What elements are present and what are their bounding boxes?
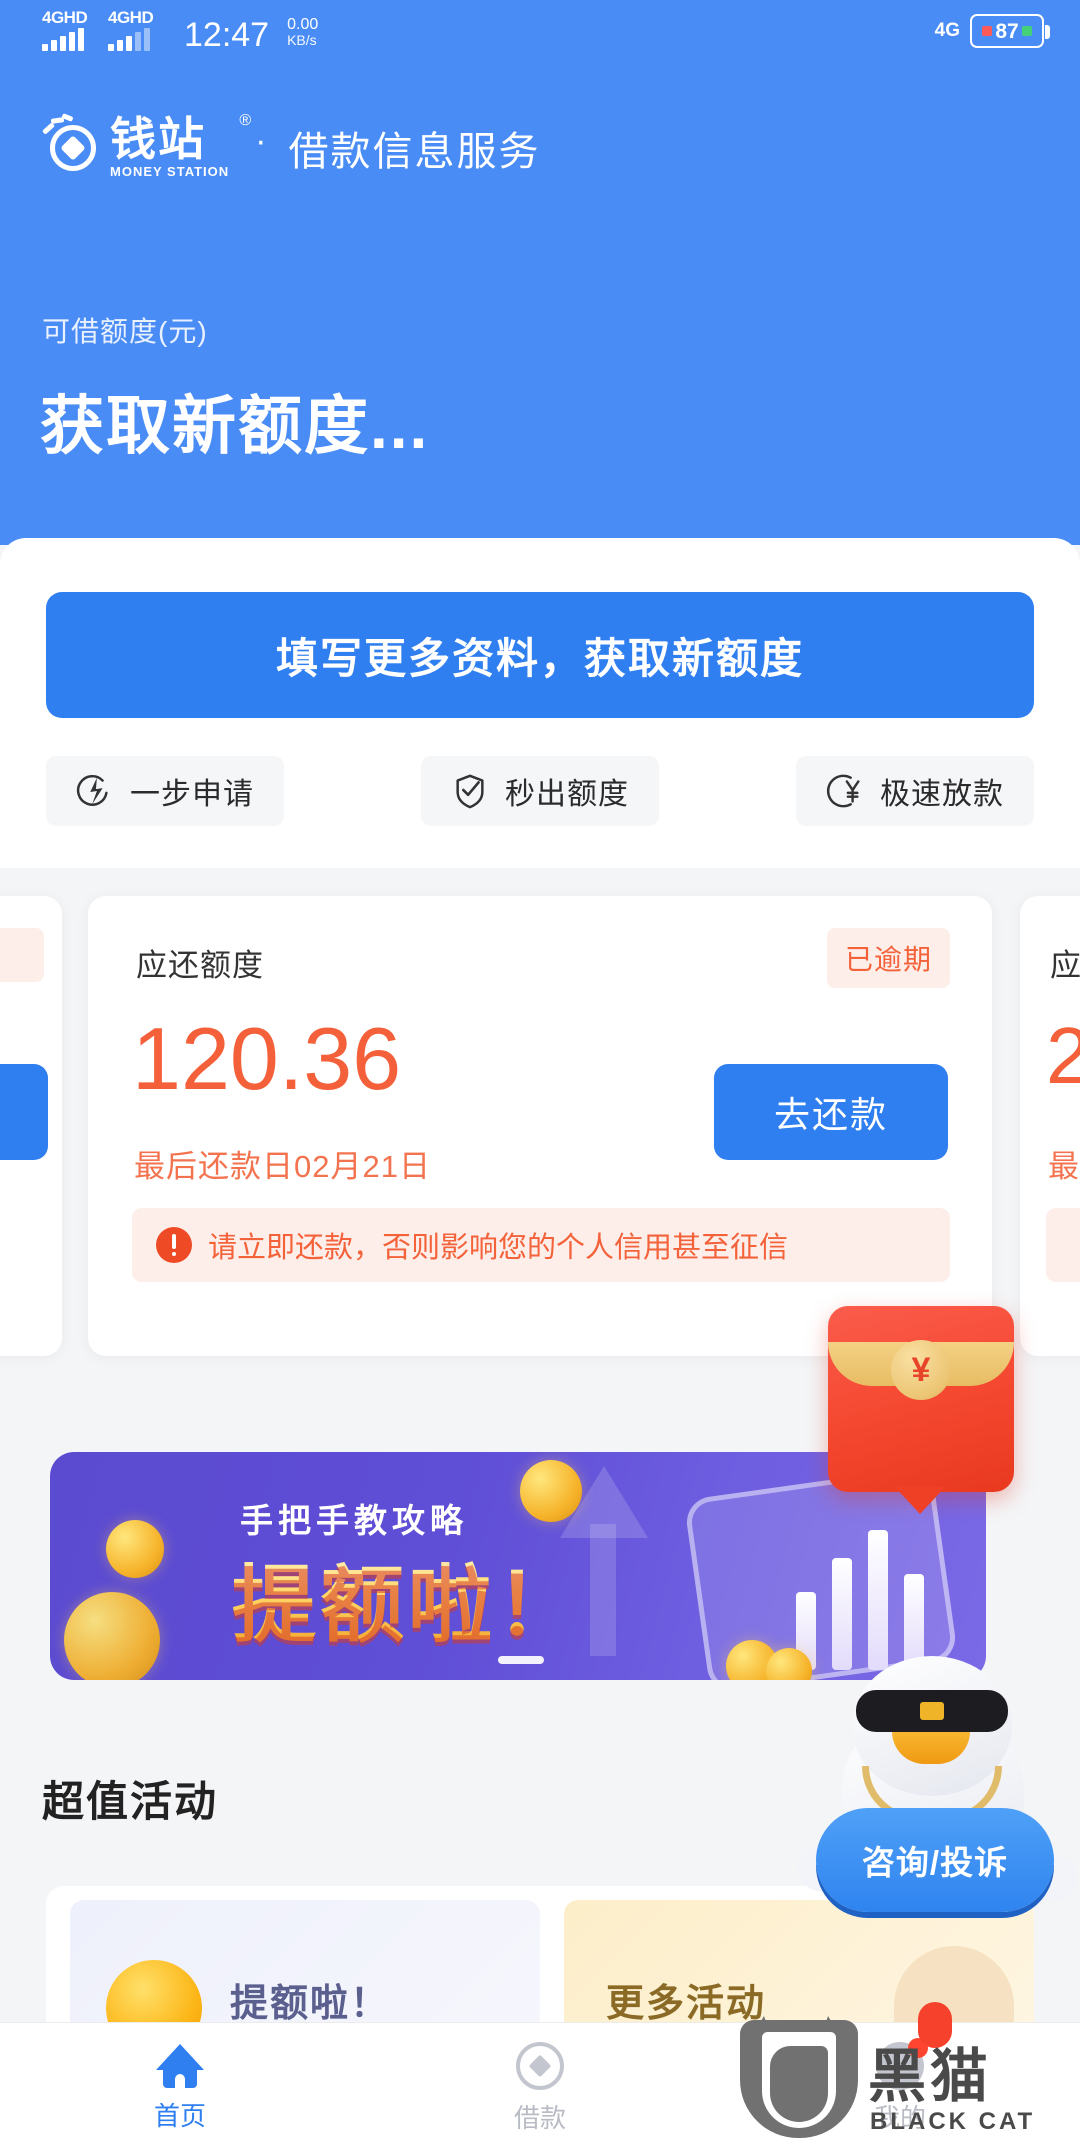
consult-complaint-floating-button[interactable]: 咨询/投诉: [790, 1648, 1080, 1916]
coin-decoration: [520, 1460, 582, 1522]
brand-name-en: MONEY STATION: [110, 164, 230, 179]
feature-pill-row: 一步申请 秒出额度 极速放款: [46, 756, 1034, 826]
cat-shield-icon: [740, 2016, 860, 2140]
network-label-right: 4G: [934, 20, 960, 41]
repayment-card-current[interactable]: 应还额度 已逾期 120.36 最后还款日02月21日 去还款 请立即还款，否则…: [88, 896, 992, 1356]
exclamation-circle-icon: [156, 1227, 192, 1263]
home-icon: [156, 2044, 204, 2088]
yen-circle-icon: [826, 774, 860, 808]
battery-icon: 87: [970, 14, 1050, 48]
feature-pill-label: 秒出额度: [505, 778, 629, 811]
activities-section-title: 超值活动: [42, 1778, 219, 1825]
watermark-subtitle: BLACK CAT: [870, 2108, 1036, 2135]
feature-pill-fast-payout[interactable]: 极速放款: [796, 756, 1034, 826]
status-bar: 4GHD 4GHD 12:47 0.00 KB/s 4G 87: [0, 0, 1080, 62]
tab-label: 借款: [513, 2103, 566, 2133]
arrow-stem-decoration: [590, 1524, 616, 1656]
feature-pill-instant-limit[interactable]: 秒出额度: [421, 756, 659, 826]
overdue-warning-text: 请立即还款，否则影响您的个人信用甚至征信: [208, 1232, 789, 1264]
banner-subtitle: 手把手教攻略: [240, 1502, 468, 1539]
signal-icon-1: 4GHD: [42, 8, 100, 51]
feature-pill-label: 一步申请: [130, 778, 254, 811]
red-packet-floating-button[interactable]: ¥: [828, 1306, 1014, 1514]
speed-unit: KB/s: [287, 32, 317, 49]
tab-label: 首页: [153, 2101, 206, 2131]
consult-complaint-sign[interactable]: 咨询/投诉: [816, 1808, 1054, 1912]
overdue-status-badge: 已逾期: [826, 928, 950, 988]
yen-coin-icon: ¥: [891, 1340, 951, 1400]
repay-amount-label: 应还额度: [136, 948, 264, 983]
activity-label: 提额啦！: [230, 1983, 391, 2025]
header-subtitle: 借款信息服务: [288, 129, 541, 174]
yen-symbol: ¥: [911, 1351, 931, 1389]
watermark-accent-dot: [918, 2002, 952, 2048]
hero-header: 4GHD 4GHD 12:47 0.00 KB/s 4G 87 钱站 ® MON…: [0, 0, 1080, 545]
repay-amount-value: 120.36: [132, 1009, 402, 1108]
go-to-repay-button[interactable]: 去还款: [714, 1064, 948, 1160]
registered-mark: ®: [239, 112, 252, 129]
warning-banner-partial: [1046, 1208, 1080, 1282]
coin-decoration: [106, 1520, 164, 1578]
shield-check-icon: [456, 774, 484, 809]
feature-pill-label: 极速放款: [880, 778, 1004, 811]
red-packet-tail: [894, 1486, 946, 1514]
carousel-indicator[interactable]: [498, 1656, 544, 1664]
credit-limit-value: 获取新额度...: [40, 390, 430, 462]
tab-home[interactable]: 首页: [0, 2023, 360, 2154]
overdue-badge-partial: [0, 928, 44, 982]
coin-decoration: [64, 1592, 160, 1680]
status-bar-right: 4G 87: [935, 14, 1080, 48]
consult-complaint-label: 咨询/投诉: [861, 1844, 1009, 1881]
credit-limit-label: 可借额度(元): [42, 316, 208, 347]
repay-amount-label-partial: 应: [1050, 948, 1080, 983]
repayment-card-previous[interactable]: [0, 896, 62, 1356]
network-label-1: 4GHD: [42, 8, 88, 27]
sunglasses-icon: [856, 1690, 1008, 1732]
brand-row: 钱站 ® MONEY STATION · 借款信息服务: [41, 112, 541, 179]
brand-logo-text: 钱站 ® MONEY STATION: [110, 112, 251, 179]
feature-pill-one-step-apply[interactable]: 一步申请: [46, 756, 284, 826]
app-screen: 4GHD 4GHD 12:47 0.00 KB/s 4G 87 钱站 ® MON…: [0, 0, 1080, 2154]
network-label-2: 4GHD: [108, 8, 154, 27]
diamond-circle-icon: [516, 2042, 564, 2090]
repay-button-partial[interactable]: [0, 1064, 48, 1160]
repay-due-date-partial: 最: [1048, 1149, 1079, 1184]
black-cat-watermark: 黑猫 BLACK CAT: [740, 2002, 1070, 2146]
money-station-logo-icon: [41, 112, 104, 179]
tab-loan[interactable]: 借款: [360, 2023, 720, 2154]
repayment-card-carousel[interactable]: 应还额度 已逾期 120.36 最后还款日02月21日 去还款 请立即还款，否则…: [0, 880, 1080, 1375]
status-bar-left: 4GHD 4GHD 12:47 0.00 KB/s: [0, 8, 319, 54]
repay-due-date: 最后还款日02月21日: [134, 1149, 431, 1184]
speed-value: 0.00: [287, 15, 319, 33]
network-speed: 0.00 KB/s: [287, 15, 319, 49]
overdue-warning-banner: 请立即还款，否则影响您的个人信用甚至征信: [132, 1208, 950, 1282]
battery-level: 87: [995, 19, 1019, 43]
lightning-circle-icon: [76, 774, 108, 806]
banner-headline: 提额啦！: [232, 1538, 584, 1659]
brand-name: 钱站: [110, 113, 206, 165]
repayment-card-next[interactable]: 应 2 最: [1020, 896, 1080, 1356]
watermark-title: 黑猫: [868, 2044, 993, 2109]
status-clock: 12:47: [184, 16, 270, 54]
brand-separator: ·: [255, 122, 267, 160]
signal-icon-2: 4GHD: [108, 8, 166, 51]
fill-info-cta-button[interactable]: 填写更多资料，获取新额度: [46, 592, 1034, 718]
repay-amount-value-partial: 2: [1046, 1011, 1080, 1100]
